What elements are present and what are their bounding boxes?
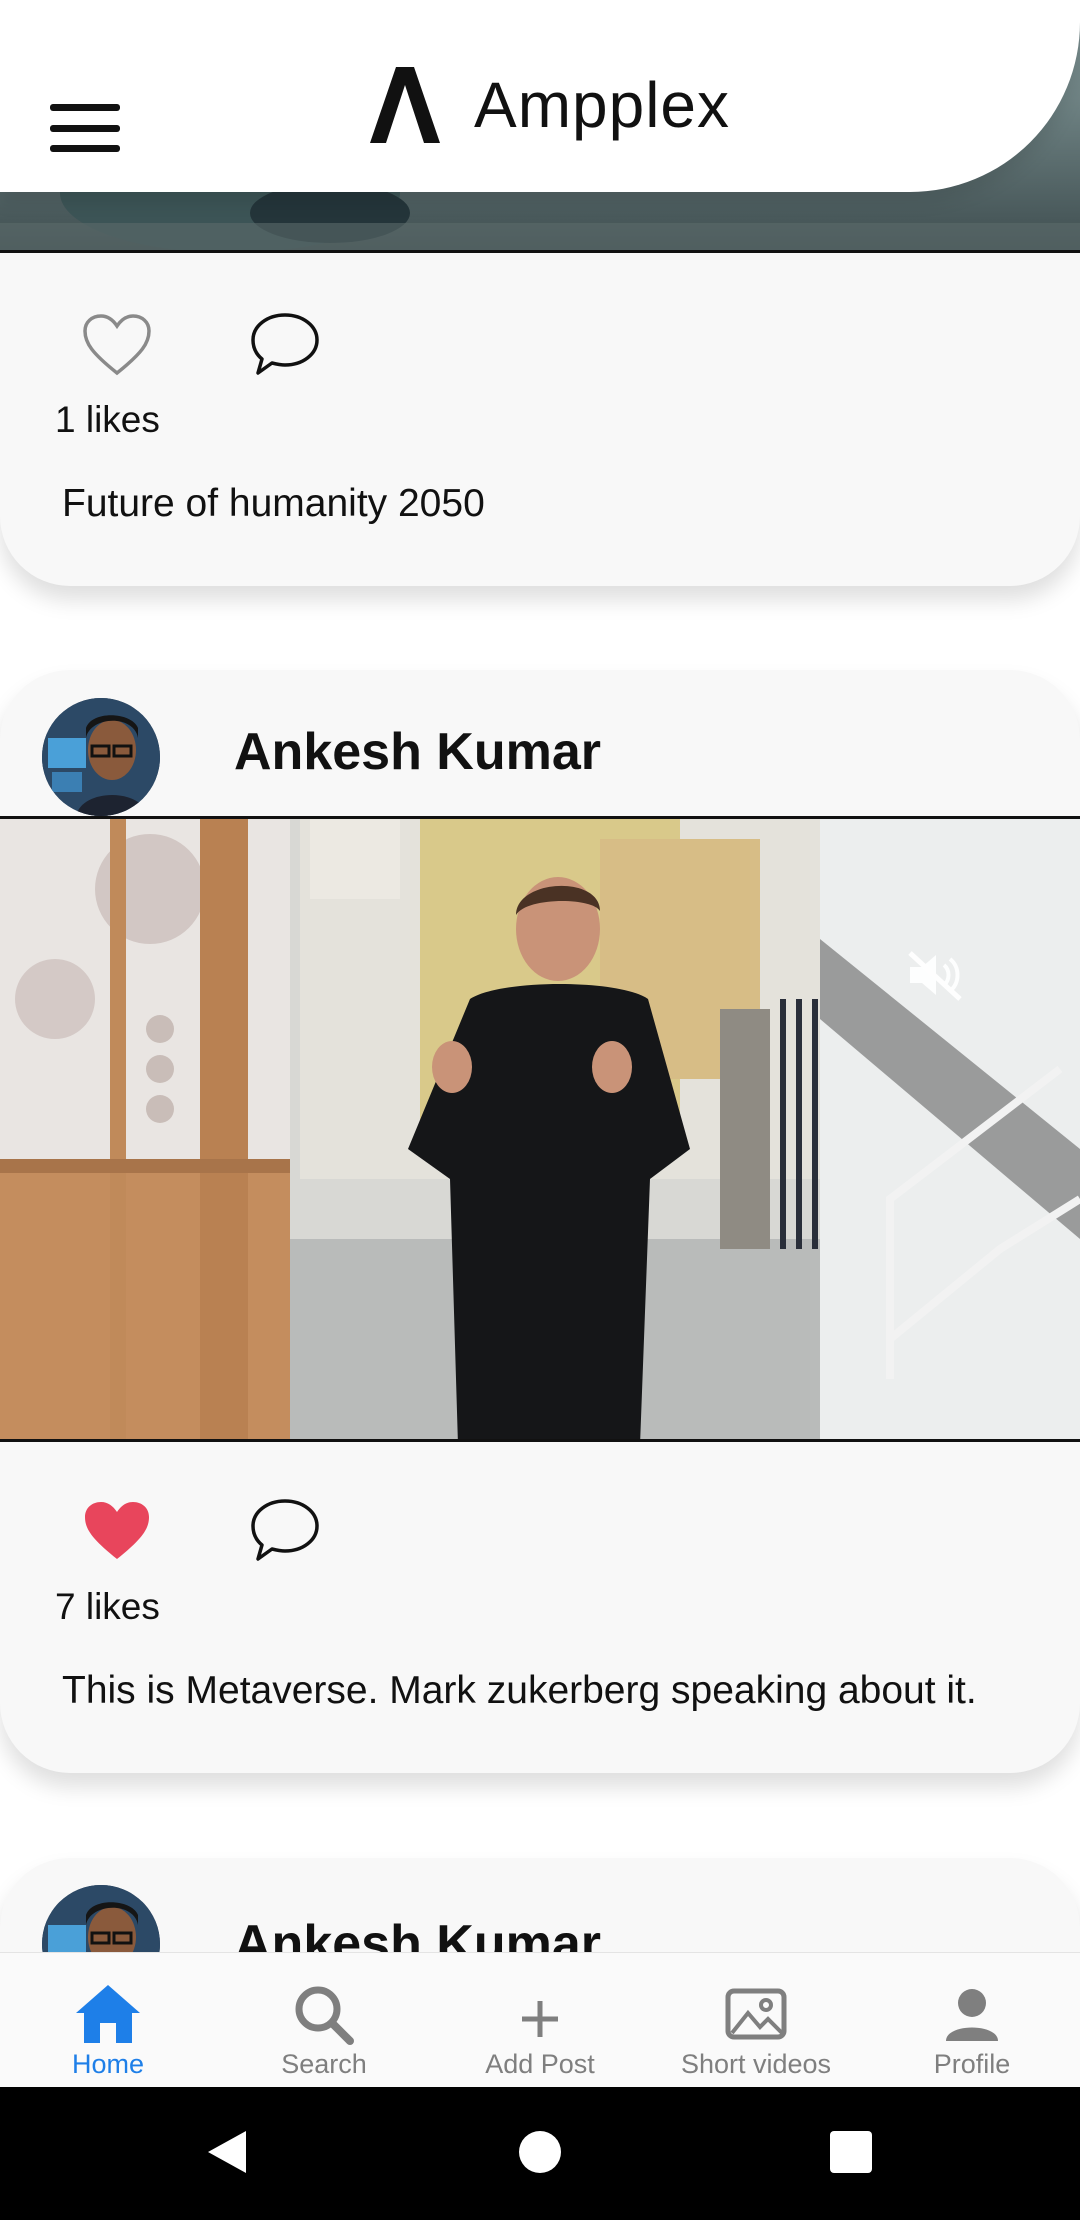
feed[interactable]: Ampplex 1 likes Future of humanity 2050 — [0, 0, 1080, 1952]
system-navigation-bar — [0, 2087, 1080, 2220]
avatar-image — [42, 1885, 160, 1952]
nav-label: Search — [281, 2049, 367, 2079]
comment-icon[interactable] — [248, 1495, 322, 1567]
home-icon — [76, 1985, 140, 2043]
back-icon[interactable] — [202, 2127, 252, 2177]
nav-add-post[interactable]: Add Post — [432, 1953, 648, 2088]
nav-search[interactable]: Search — [216, 1953, 432, 2088]
brand: Ampplex — [370, 60, 730, 150]
post-actions — [0, 1499, 1080, 1589]
author-name[interactable]: Ankesh Kumar — [234, 1914, 601, 1952]
search-icon — [295, 1986, 354, 2045]
nav-home[interactable]: Home — [0, 1953, 216, 2088]
video-frame — [0, 819, 1080, 1439]
home-circle-icon[interactable] — [515, 2127, 565, 2177]
post-caption: This is Metaverse. Mark zukerberg speaki… — [62, 1669, 977, 1712]
app-title: Ampplex — [474, 69, 730, 141]
likes-count: 1 likes — [55, 399, 160, 440]
heart-filled-icon[interactable] — [82, 1499, 152, 1563]
app-header: Ampplex — [0, 0, 1080, 192]
nav-label: Home — [71, 2049, 145, 2079]
app-logo-icon — [370, 67, 440, 143]
menu-bar — [50, 124, 120, 132]
post-card: Ankesh Kumar — [0, 1858, 1080, 1952]
menu-bar — [50, 145, 120, 152]
heart-outline-icon[interactable] — [82, 313, 152, 377]
nav-label: Add Post — [485, 2049, 595, 2079]
avatar[interactable] — [42, 698, 160, 816]
post-caption: Future of humanity 2050 — [62, 482, 485, 525]
author-name[interactable]: Ankesh Kumar — [234, 722, 601, 782]
post-header: Ankesh Kumar — [0, 670, 1080, 818]
post-card: Ankesh Kumar — [0, 670, 1080, 1773]
avatar[interactable] — [42, 1885, 160, 1952]
menu-bar — [50, 104, 120, 111]
nav-profile[interactable]: Profile — [864, 1953, 1080, 2088]
nav-short-videos[interactable]: Short videos — [648, 1953, 864, 2088]
post-video[interactable] — [0, 816, 1080, 1442]
mute-icon[interactable] — [904, 947, 966, 1003]
avatar-image — [42, 698, 160, 816]
plus-icon — [522, 2001, 558, 2037]
post-header: Ankesh Kumar — [0, 1858, 1080, 1952]
comment-icon[interactable] — [248, 309, 322, 381]
likes-count: 7 likes — [55, 1586, 160, 1627]
nav-label: Short videos — [680, 2049, 832, 2079]
bottom-navigation: Home Search Add Post Short videos Profil… — [0, 1952, 1080, 2087]
nav-label: Profile — [933, 2049, 1011, 2079]
image-icon — [725, 1988, 787, 2040]
recents-icon[interactable] — [826, 2127, 876, 2177]
menu-button[interactable] — [50, 104, 120, 152]
person-icon — [946, 1989, 998, 2041]
post-actions — [0, 313, 1080, 403]
